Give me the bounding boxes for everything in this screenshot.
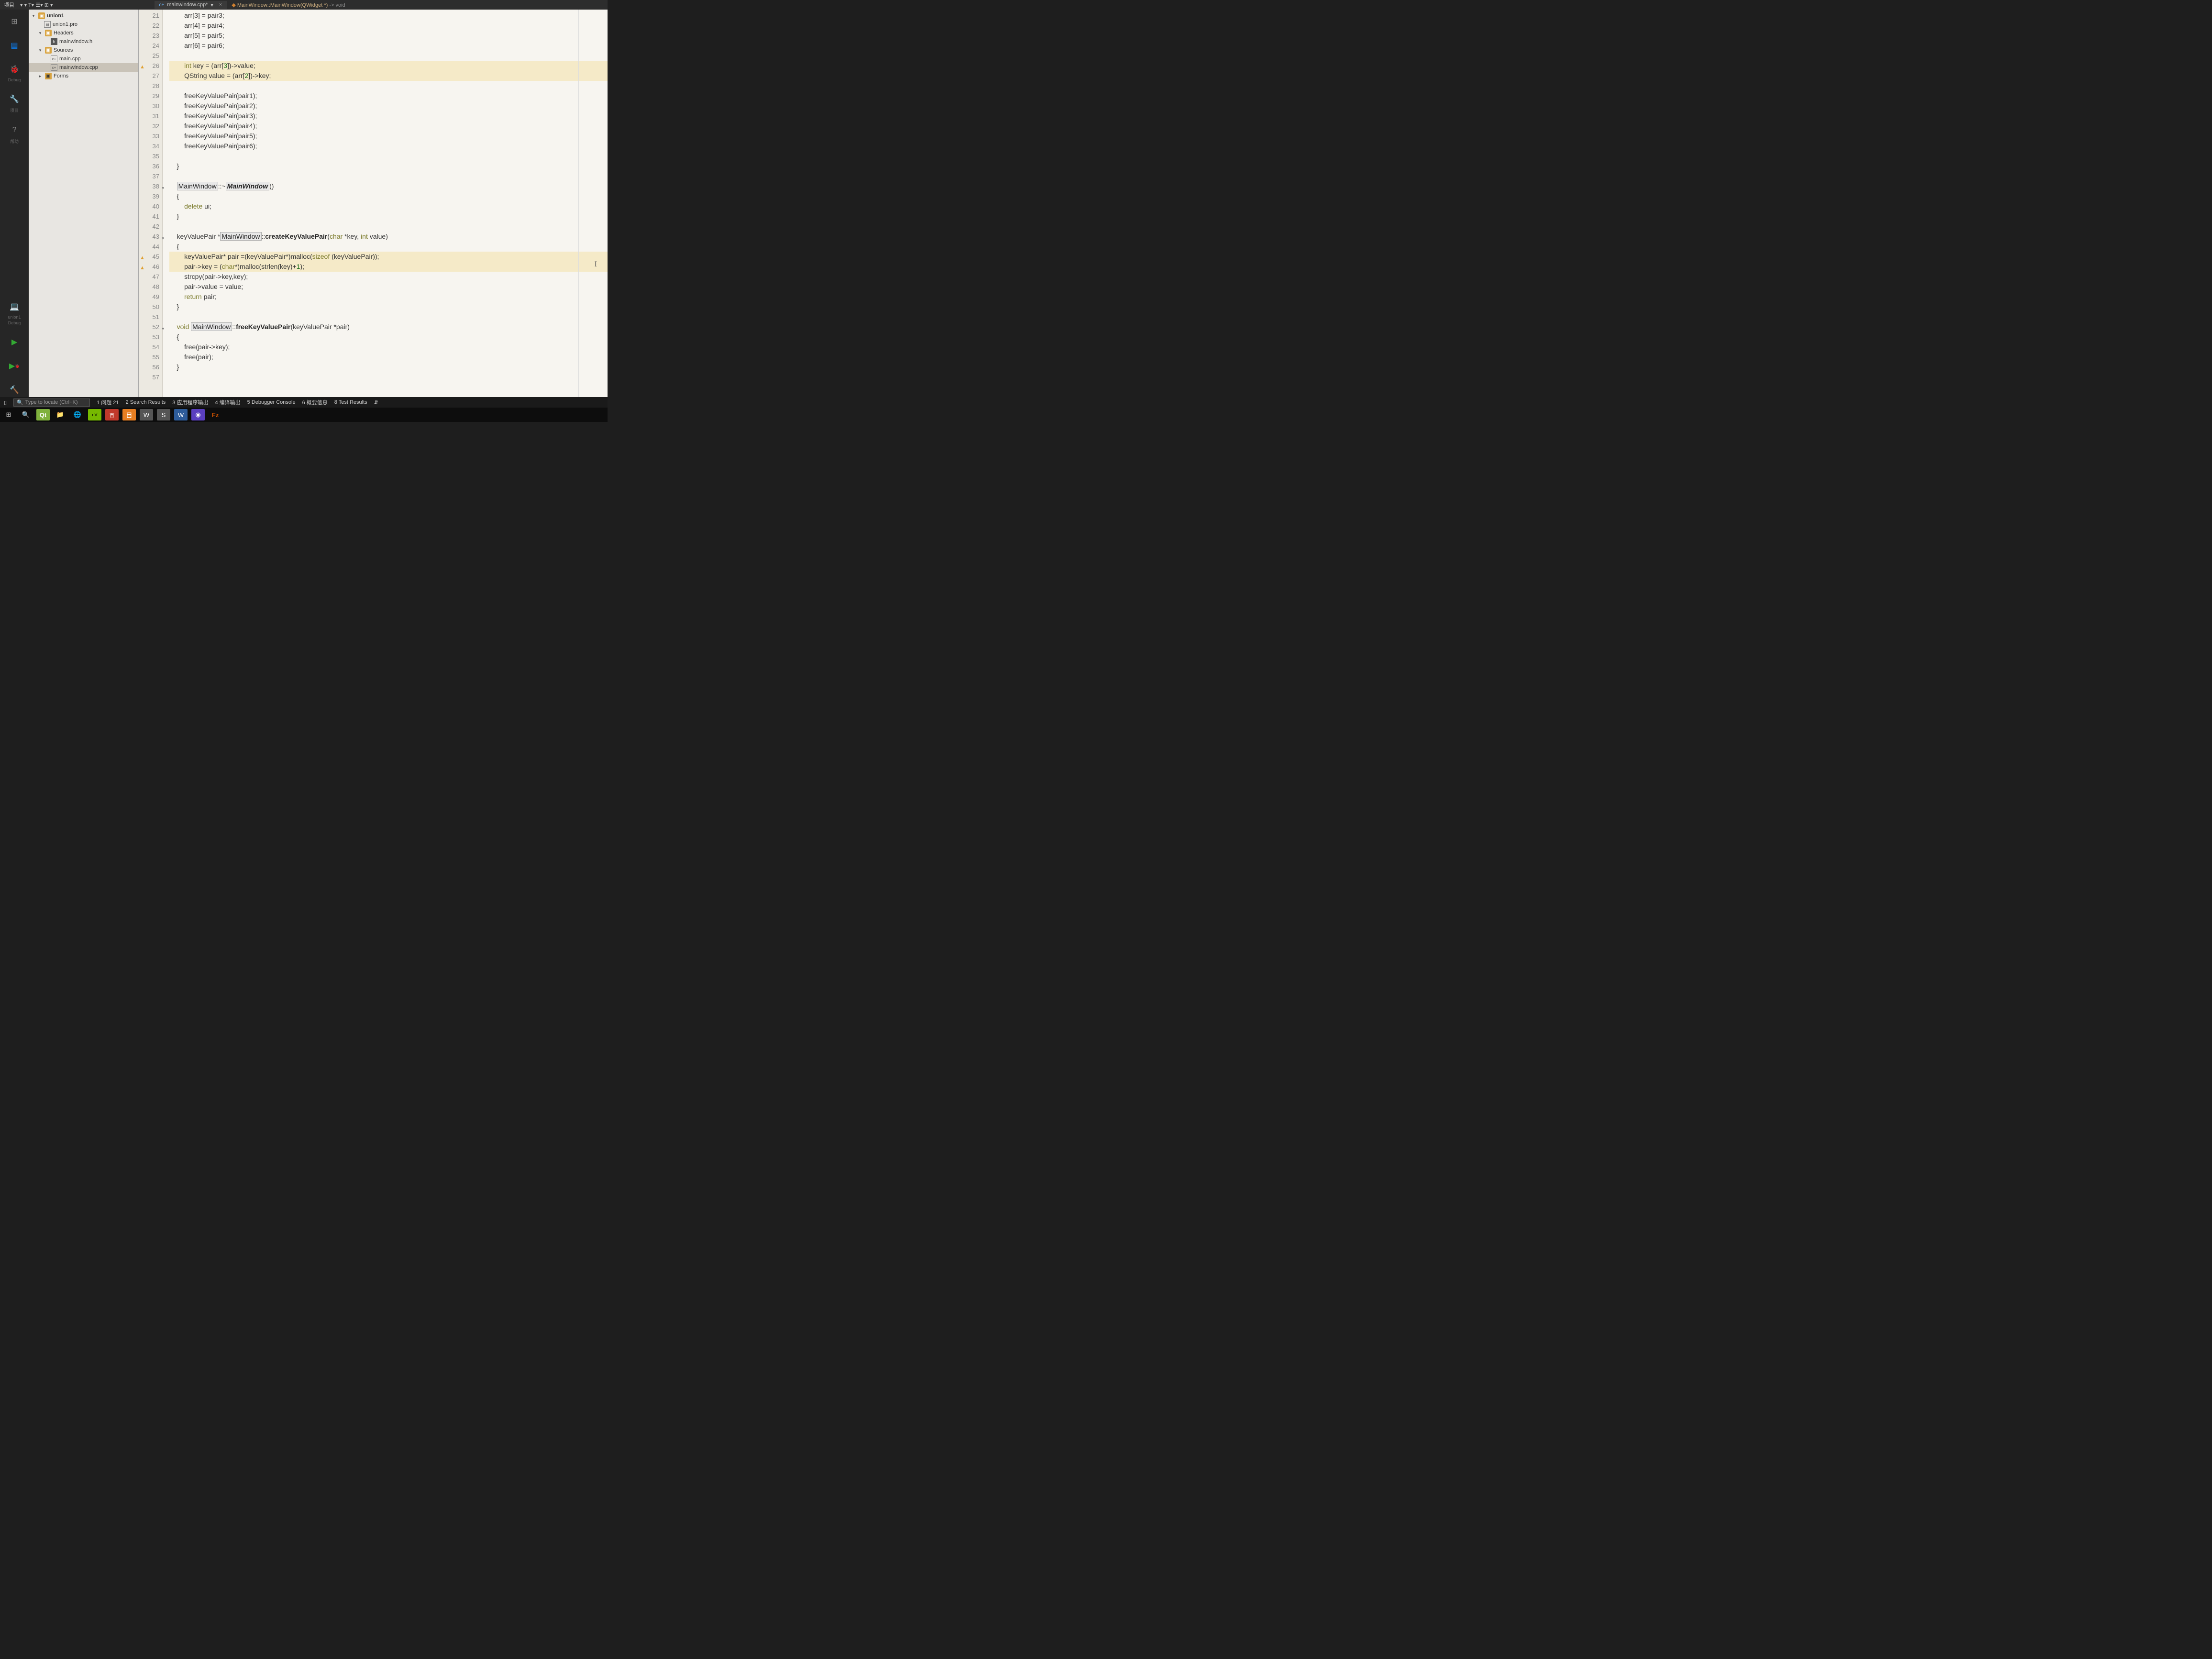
- sb-debugger[interactable]: 5 Debugger Console: [247, 399, 296, 405]
- nvidia-icon[interactable]: nV: [88, 409, 101, 420]
- search-icon[interactable]: 🔍: [19, 409, 33, 420]
- tree-source-mainwindow[interactable]: c+mainwindow.cpp: [29, 63, 138, 72]
- filezilla-icon[interactable]: Fz: [209, 409, 222, 420]
- rail-kit[interactable]: 💻union1Debug: [7, 299, 22, 325]
- explorer-icon[interactable]: 📁: [54, 409, 67, 420]
- rail-build[interactable]: 🔨: [7, 383, 22, 397]
- rail-edit[interactable]: ▤: [7, 38, 22, 53]
- status-bar: ▯ 🔍 Type to locate (Ctrl+K) 1 问题 21 2 Se…: [0, 397, 608, 408]
- sb-test[interactable]: 8 Test Results: [334, 399, 367, 405]
- code-editor[interactable]: 212223242526▲272829303132333435363738▾39…: [139, 10, 608, 397]
- windows-taskbar: ⊞ 🔍 Qt 📁 🌐 nV 百 目 W S W ◉ Fz: [0, 408, 608, 422]
- app-orange-icon[interactable]: 目: [122, 409, 136, 420]
- rail-run-debug[interactable]: ▶🐞: [7, 359, 22, 373]
- tree-pro-file[interactable]: ▤union1.pro: [29, 20, 138, 29]
- rail-run[interactable]: ▶: [7, 335, 22, 349]
- tree-headers[interactable]: ▾▣Headers: [29, 29, 138, 37]
- text-cursor-icon: I: [595, 259, 597, 269]
- sb-app-output[interactable]: 3 应用程序输出: [172, 398, 208, 406]
- line-gutter: 212223242526▲272829303132333435363738▾39…: [139, 10, 163, 397]
- tree-source-main[interactable]: c+main.cpp: [29, 55, 138, 63]
- app-red-icon[interactable]: 百: [105, 409, 119, 420]
- tree-header-file[interactable]: hmainwindow.h: [29, 37, 138, 46]
- rail-projects[interactable]: 🔧项目: [7, 92, 22, 113]
- code-area[interactable]: arr[3] = pair3; arr[4] = pair4; arr[5] =…: [163, 10, 608, 397]
- sb-updown-icon[interactable]: ⇵: [374, 399, 378, 406]
- sb-search-results[interactable]: 2 Search Results: [126, 399, 166, 405]
- tree-root[interactable]: ▾▣union1: [29, 11, 138, 20]
- tree-forms[interactable]: ▸▣Forms: [29, 72, 138, 80]
- rail-welcome[interactable]: ⊞: [7, 14, 22, 29]
- sb-compile-output[interactable]: 4 编译输出: [215, 398, 240, 406]
- locator-input[interactable]: 🔍 Type to locate (Ctrl+K): [13, 398, 90, 407]
- rail-debug[interactable]: 🐞Debug: [7, 62, 22, 82]
- sb-issues[interactable]: 1 问题 21: [97, 398, 119, 406]
- mode-rail: ⊞ ▤ 🐞Debug 🔧项目 ?帮助 💻union1Debug ▶ ▶🐞 🔨: [0, 10, 29, 397]
- project-tree-pane: ▾▣union1 ▤union1.pro ▾▣Headers hmainwind…: [29, 10, 139, 397]
- right-margin-line: [578, 10, 579, 397]
- sb-general[interactable]: 6 概要信息: [302, 398, 328, 406]
- top-menu-bar: 项目 ▾ ▾ T▾ ☰▾ ⊞ ▾ c+ mainwindow.cpp* ▾ × …: [0, 0, 608, 10]
- menu-project[interactable]: 项目: [4, 1, 14, 9]
- toolbar-icons[interactable]: ▾ ▾ T▾ ☰▾ ⊞ ▾: [20, 2, 53, 8]
- editor-tab[interactable]: c+ mainwindow.cpp* ▾ ×: [155, 1, 227, 9]
- tab-dropdown-icon[interactable]: ▾: [210, 2, 213, 8]
- wps-spreadsheet-icon[interactable]: S: [157, 409, 170, 420]
- tree-sources[interactable]: ▾▣Sources: [29, 46, 138, 55]
- breadcrumb[interactable]: ◆ MainWindow::MainWindow(QWidget *) -> v…: [232, 2, 345, 8]
- output-pane-toggle-icon[interactable]: ▯: [4, 399, 7, 406]
- start-icon[interactable]: ⊞: [2, 409, 15, 420]
- browser-icon[interactable]: 🌐: [71, 409, 84, 420]
- close-icon[interactable]: ×: [219, 2, 222, 8]
- cpp-file-icon: c+: [159, 2, 165, 8]
- wps-word-icon[interactable]: W: [174, 409, 188, 420]
- tab-filename: mainwindow.cpp*: [167, 2, 208, 8]
- app-purple-icon[interactable]: ◉: [191, 409, 205, 420]
- qt-creator-icon[interactable]: Qt: [36, 409, 50, 420]
- wps-writer-icon[interactable]: W: [140, 409, 153, 420]
- rail-help[interactable]: ?帮助: [7, 123, 22, 144]
